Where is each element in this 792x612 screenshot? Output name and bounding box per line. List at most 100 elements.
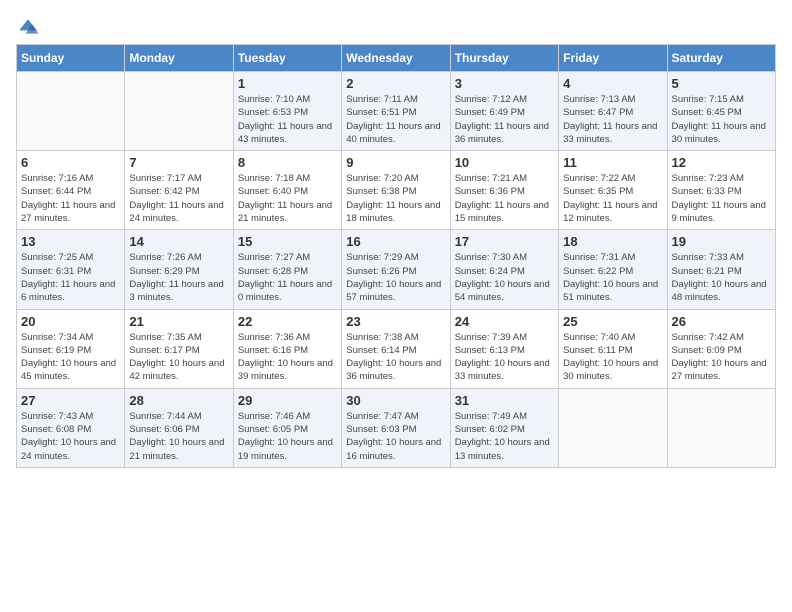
calendar-cell: 4 Sunrise: 7:13 AMSunset: 6:47 PMDaylight… — [559, 72, 667, 151]
day-info: Sunrise: 7:26 AMSunset: 6:29 PMDaylight:… — [129, 251, 228, 304]
calendar-week-row: 1 Sunrise: 7:10 AMSunset: 6:53 PMDaylight… — [17, 72, 776, 151]
day-number: 24 — [455, 314, 554, 329]
calendar-cell: 26 Sunrise: 7:42 AMSunset: 6:09 PMDayligh… — [667, 309, 775, 388]
col-header-tuesday: Tuesday — [233, 45, 341, 72]
day-info: Sunrise: 7:16 AMSunset: 6:44 PMDaylight:… — [21, 172, 120, 225]
day-info: Sunrise: 7:11 AMSunset: 6:51 PMDaylight:… — [346, 93, 445, 146]
calendar-cell — [667, 388, 775, 467]
calendar-cell: 3 Sunrise: 7:12 AMSunset: 6:49 PMDaylight… — [450, 72, 558, 151]
day-number: 1 — [238, 76, 337, 91]
calendar-week-row: 20Sunrise: 7:34 AMSunset: 6:19 PMDayligh… — [17, 309, 776, 388]
day-number: 13 — [21, 234, 120, 249]
calendar-header-row: SundayMondayTuesdayWednesdayThursdayFrid… — [17, 45, 776, 72]
day-number: 14 — [129, 234, 228, 249]
day-info: Sunrise: 7:44 AMSunset: 6:06 PMDaylight:… — [129, 410, 228, 463]
day-info: Sunrise: 7:27 AMSunset: 6:28 PMDaylight:… — [238, 251, 337, 304]
day-info: Sunrise: 7:31 AMSunset: 6:22 PMDaylight:… — [563, 251, 662, 304]
day-number: 6 — [21, 155, 120, 170]
calendar-cell: 14 Sunrise: 7:26 AMSunset: 6:29 PMDayligh… — [125, 230, 233, 309]
calendar-week-row: 6 Sunrise: 7:16 AMSunset: 6:44 PMDaylight… — [17, 151, 776, 230]
calendar-cell: 16 Sunrise: 7:29 AMSunset: 6:26 PMDayligh… — [342, 230, 450, 309]
day-number: 20 — [21, 314, 120, 329]
day-number: 5 — [672, 76, 771, 91]
logo — [16, 16, 42, 40]
calendar-cell — [17, 72, 125, 151]
calendar-cell: 28 Sunrise: 7:44 AMSunset: 6:06 PMDayligh… — [125, 388, 233, 467]
calendar-cell: 12 Sunrise: 7:23 AMSunset: 6:33 PMDayligh… — [667, 151, 775, 230]
col-header-sunday: Sunday — [17, 45, 125, 72]
day-number: 11 — [563, 155, 662, 170]
day-info: Sunrise: 7:21 AMSunset: 6:36 PMDaylight:… — [455, 172, 554, 225]
day-info: Sunrise: 7:25 AMSunset: 6:31 PMDaylight:… — [21, 251, 120, 304]
day-info: Sunrise: 7:30 AMSunset: 6:24 PMDaylight:… — [455, 251, 554, 304]
day-number: 31 — [455, 393, 554, 408]
day-number: 26 — [672, 314, 771, 329]
calendar-cell: 18 Sunrise: 7:31 AMSunset: 6:22 PMDayligh… — [559, 230, 667, 309]
day-info: Sunrise: 7:35 AMSunset: 6:17 PMDaylight:… — [129, 331, 228, 384]
col-header-saturday: Saturday — [667, 45, 775, 72]
calendar-cell: 5Sunrise: 7:15 AMSunset: 6:45 PMDaylight… — [667, 72, 775, 151]
day-info: Sunrise: 7:23 AMSunset: 6:33 PMDaylight:… — [672, 172, 771, 225]
calendar-cell: 9 Sunrise: 7:20 AMSunset: 6:38 PMDaylight… — [342, 151, 450, 230]
day-info: Sunrise: 7:22 AMSunset: 6:35 PMDaylight:… — [563, 172, 662, 225]
day-info: Sunrise: 7:18 AMSunset: 6:40 PMDaylight:… — [238, 172, 337, 225]
day-number: 21 — [129, 314, 228, 329]
calendar-cell: 20Sunrise: 7:34 AMSunset: 6:19 PMDayligh… — [17, 309, 125, 388]
day-info: Sunrise: 7:47 AMSunset: 6:03 PMDaylight:… — [346, 410, 445, 463]
calendar-table: SundayMondayTuesdayWednesdayThursdayFrid… — [16, 44, 776, 468]
calendar-cell: 15 Sunrise: 7:27 AMSunset: 6:28 PMDayligh… — [233, 230, 341, 309]
day-number: 23 — [346, 314, 445, 329]
day-info: Sunrise: 7:33 AMSunset: 6:21 PMDaylight:… — [672, 251, 771, 304]
col-header-thursday: Thursday — [450, 45, 558, 72]
page-header — [16, 16, 776, 40]
calendar-cell: 17 Sunrise: 7:30 AMSunset: 6:24 PMDayligh… — [450, 230, 558, 309]
calendar-cell: 1 Sunrise: 7:10 AMSunset: 6:53 PMDaylight… — [233, 72, 341, 151]
calendar-cell: 6 Sunrise: 7:16 AMSunset: 6:44 PMDaylight… — [17, 151, 125, 230]
day-info: Sunrise: 7:17 AMSunset: 6:42 PMDaylight:… — [129, 172, 228, 225]
calendar-cell: 24Sunrise: 7:39 AMSunset: 6:13 PMDayligh… — [450, 309, 558, 388]
day-number: 27 — [21, 393, 120, 408]
day-info: Sunrise: 7:42 AMSunset: 6:09 PMDaylight:… — [672, 331, 771, 384]
day-info: Sunrise: 7:38 AMSunset: 6:14 PMDaylight:… — [346, 331, 445, 384]
day-number: 9 — [346, 155, 445, 170]
day-number: 28 — [129, 393, 228, 408]
day-info: Sunrise: 7:40 AMSunset: 6:11 PMDaylight:… — [563, 331, 662, 384]
calendar-cell: 11 Sunrise: 7:22 AMSunset: 6:35 PMDayligh… — [559, 151, 667, 230]
day-number: 8 — [238, 155, 337, 170]
calendar-week-row: 27 Sunrise: 7:43 AMSunset: 6:08 PMDayligh… — [17, 388, 776, 467]
calendar-cell: 29 Sunrise: 7:46 AMSunset: 6:05 PMDayligh… — [233, 388, 341, 467]
calendar-cell: 13 Sunrise: 7:25 AMSunset: 6:31 PMDayligh… — [17, 230, 125, 309]
calendar-cell: 8 Sunrise: 7:18 AMSunset: 6:40 PMDaylight… — [233, 151, 341, 230]
day-info: Sunrise: 7:49 AMSunset: 6:02 PMDaylight:… — [455, 410, 554, 463]
logo-icon — [16, 16, 40, 40]
day-number: 22 — [238, 314, 337, 329]
day-number: 16 — [346, 234, 445, 249]
day-info: Sunrise: 7:29 AMSunset: 6:26 PMDaylight:… — [346, 251, 445, 304]
day-info: Sunrise: 7:13 AMSunset: 6:47 PMDaylight:… — [563, 93, 662, 146]
day-number: 10 — [455, 155, 554, 170]
day-number: 12 — [672, 155, 771, 170]
day-number: 7 — [129, 155, 228, 170]
calendar-cell: 2 Sunrise: 7:11 AMSunset: 6:51 PMDaylight… — [342, 72, 450, 151]
day-info: Sunrise: 7:12 AMSunset: 6:49 PMDaylight:… — [455, 93, 554, 146]
calendar-cell — [559, 388, 667, 467]
col-header-monday: Monday — [125, 45, 233, 72]
day-number: 15 — [238, 234, 337, 249]
day-number: 3 — [455, 76, 554, 91]
day-info: Sunrise: 7:46 AMSunset: 6:05 PMDaylight:… — [238, 410, 337, 463]
calendar-cell: 25Sunrise: 7:40 AMSunset: 6:11 PMDayligh… — [559, 309, 667, 388]
day-info: Sunrise: 7:43 AMSunset: 6:08 PMDaylight:… — [21, 410, 120, 463]
day-number: 2 — [346, 76, 445, 91]
col-header-wednesday: Wednesday — [342, 45, 450, 72]
day-number: 17 — [455, 234, 554, 249]
calendar-week-row: 13 Sunrise: 7:25 AMSunset: 6:31 PMDayligh… — [17, 230, 776, 309]
day-info: Sunrise: 7:36 AMSunset: 6:16 PMDaylight:… — [238, 331, 337, 384]
day-info: Sunrise: 7:10 AMSunset: 6:53 PMDaylight:… — [238, 93, 337, 146]
day-number: 29 — [238, 393, 337, 408]
day-number: 18 — [563, 234, 662, 249]
day-number: 19 — [672, 234, 771, 249]
day-info: Sunrise: 7:20 AMSunset: 6:38 PMDaylight:… — [346, 172, 445, 225]
calendar-cell: 27 Sunrise: 7:43 AMSunset: 6:08 PMDayligh… — [17, 388, 125, 467]
calendar-cell: 21 Sunrise: 7:35 AMSunset: 6:17 PMDayligh… — [125, 309, 233, 388]
day-number: 4 — [563, 76, 662, 91]
